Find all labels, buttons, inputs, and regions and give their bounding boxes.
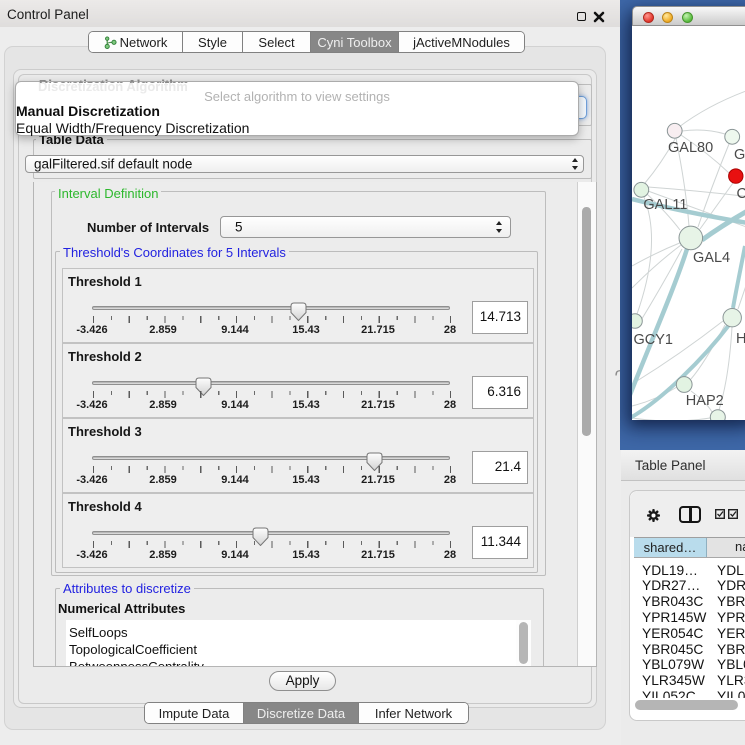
svg-text:C: C (737, 186, 745, 202)
svg-text:GAL80: GAL80 (668, 140, 713, 156)
svg-text:GAL11: GAL11 (643, 197, 687, 213)
svg-text:GA: GA (734, 147, 745, 163)
svg-text:GAL4: GAL4 (693, 250, 730, 266)
svg-text:GCY1: GCY1 (634, 332, 674, 348)
svg-text:H: H (736, 331, 745, 347)
svg-text:HAP2: HAP2 (686, 393, 724, 409)
